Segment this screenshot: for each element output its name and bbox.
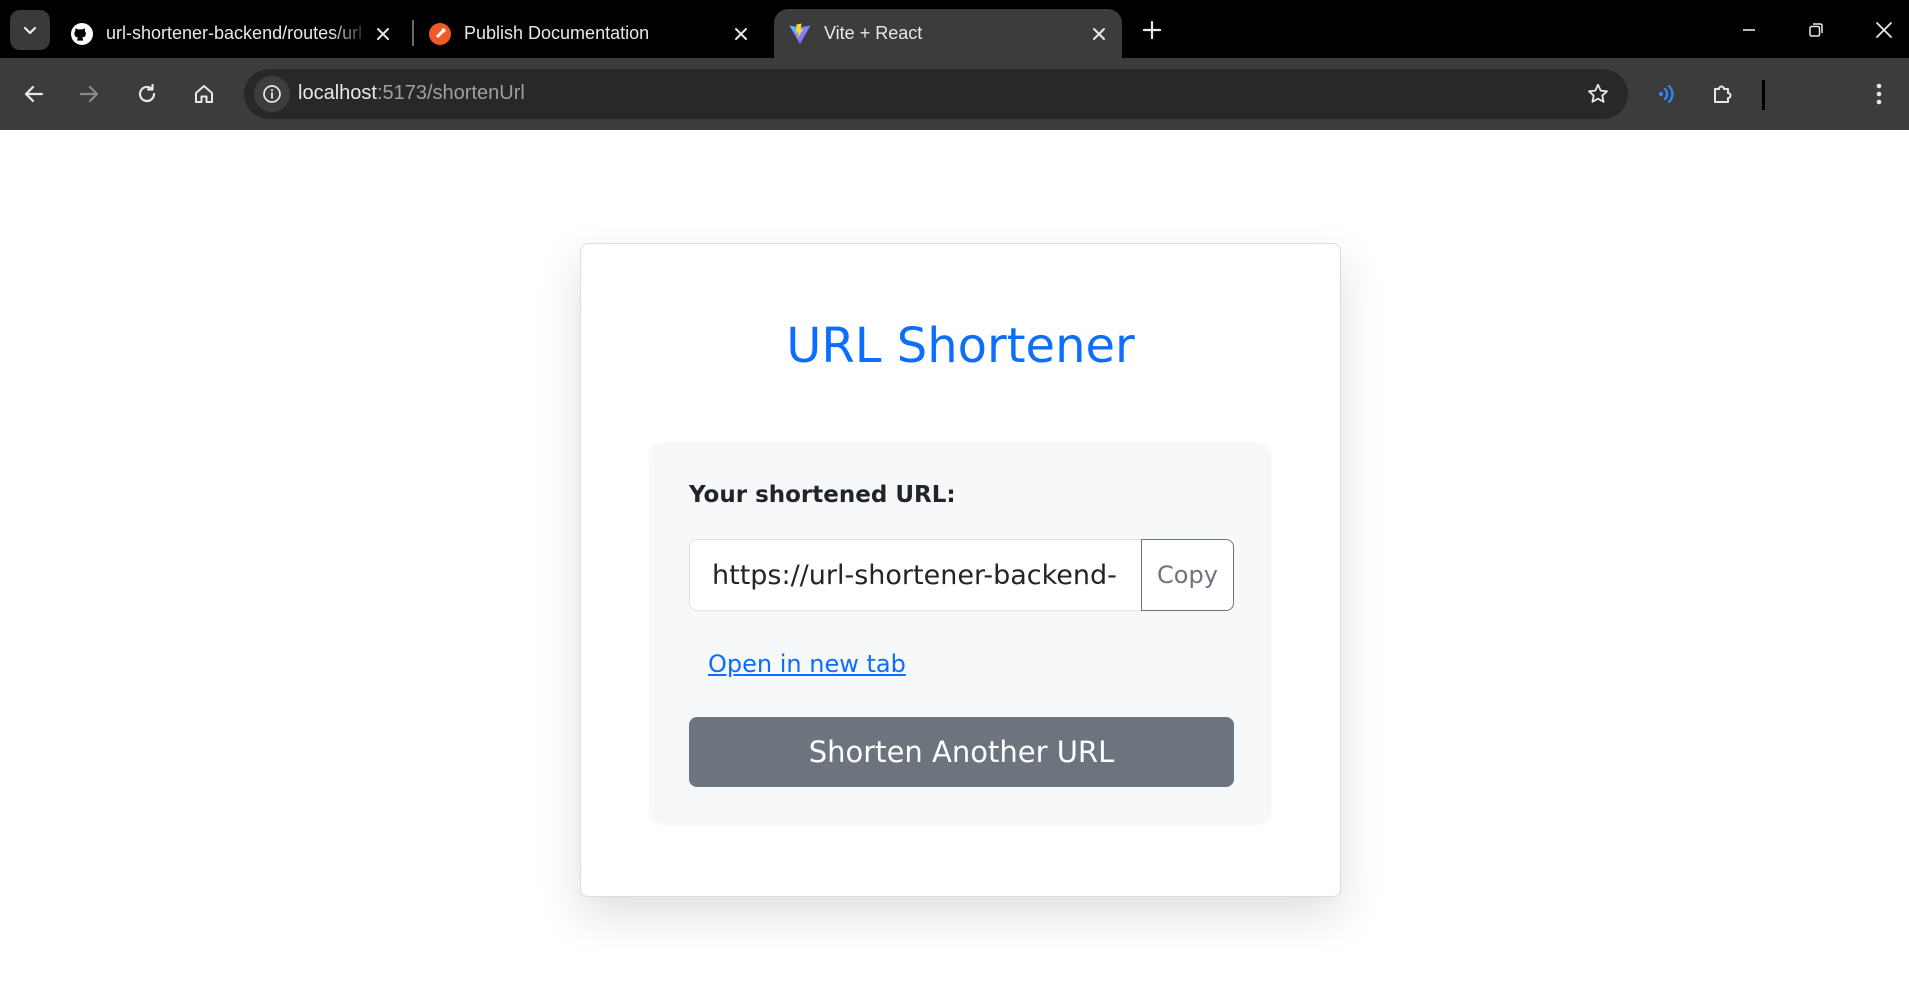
postman-icon <box>429 22 451 45</box>
copy-button[interactable]: Copy <box>1141 539 1234 611</box>
tab-github[interactable]: url-shortener-backend/routes/url <box>56 9 406 58</box>
info-icon <box>263 85 281 103</box>
plus-icon <box>1143 21 1161 39</box>
reload-icon <box>138 83 156 103</box>
star-icon <box>1588 83 1608 103</box>
tab-vite-react[interactable]: Vite + React <box>774 9 1122 58</box>
tab-strip: url-shortener-backend/routes/url Publish… <box>0 0 1909 58</box>
forward-button[interactable] <box>69 74 109 114</box>
home-button[interactable] <box>184 74 224 114</box>
tab-search-button[interactable] <box>10 10 50 50</box>
broadcast-icon <box>1659 84 1674 104</box>
vite-icon <box>789 23 811 44</box>
tab-publish-documentation[interactable]: Publish Documentation <box>414 9 764 58</box>
arrow-left-icon <box>24 85 44 103</box>
tab-title: Publish Documentation <box>464 23 650 43</box>
shorten-another-button[interactable]: Shorten Another URL <box>689 717 1234 787</box>
more-vertical-icon <box>1876 83 1882 105</box>
page-title: URL Shortener <box>786 318 1135 374</box>
back-button[interactable] <box>14 74 54 114</box>
restore-button[interactable] <box>1796 10 1836 50</box>
result-label: Your shortened URL: <box>689 482 956 508</box>
toolbar-divider <box>1762 80 1765 110</box>
media-broadcast-button[interactable] <box>1647 74 1687 114</box>
tab-title: Vite + React <box>824 23 923 43</box>
reload-button[interactable] <box>127 74 167 114</box>
close-icon[interactable] <box>370 21 396 47</box>
url-text[interactable]: localhost:5173/shortenUrl <box>298 82 525 105</box>
site-info-button[interactable] <box>254 76 290 112</box>
close-icon[interactable] <box>728 21 754 47</box>
arrow-right-icon <box>79 85 99 103</box>
short-url-field[interactable] <box>689 539 1141 611</box>
menu-button[interactable] <box>1859 74 1899 114</box>
close-icon[interactable] <box>1086 21 1112 47</box>
browser-toolbar: localhost:5173/shortenUrl <box>0 58 1909 130</box>
home-icon <box>195 85 213 103</box>
url-path: :5173/shortenUrl <box>376 82 525 104</box>
result-panel: Your shortened URL: Copy Open in new tab… <box>651 444 1270 822</box>
github-icon <box>71 22 93 45</box>
close-window-button[interactable] <box>1864 10 1904 50</box>
puzzle-icon <box>1714 85 1732 103</box>
new-tab-button[interactable] <box>1136 14 1168 46</box>
address-bar[interactable]: localhost:5173/shortenUrl <box>244 69 1628 119</box>
tab-title: url-shortener-backend/routes/url <box>106 23 363 43</box>
close-icon <box>1876 22 1892 38</box>
page-content: URL Shortener Your shortened URL: Copy O… <box>0 130 1909 994</box>
bookmark-button[interactable] <box>1582 78 1614 110</box>
url-shortener-card: URL Shortener Your shortened URL: Copy O… <box>580 243 1341 897</box>
minimize-icon <box>1743 29 1755 31</box>
minimize-button[interactable] <box>1729 10 1769 50</box>
open-in-new-tab-link[interactable]: Open in new tab <box>708 650 906 678</box>
chevron-down-icon <box>23 26 37 35</box>
restore-icon <box>1809 23 1823 37</box>
url-host: localhost <box>298 82 377 104</box>
extensions-button[interactable] <box>1703 74 1743 114</box>
